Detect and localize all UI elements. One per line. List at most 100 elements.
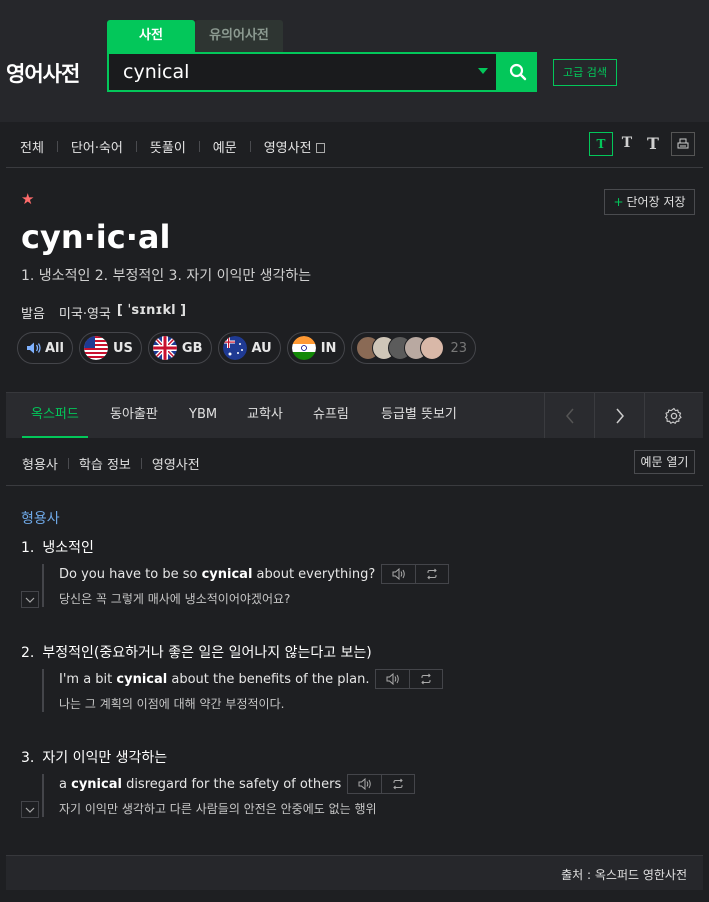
audio-au-label: AU xyxy=(251,340,272,356)
sense-title: 3. 자기 이익만 생각하는 xyxy=(21,747,167,767)
play-example-button[interactable] xyxy=(382,565,415,583)
speaker-icon xyxy=(392,568,405,580)
print-icon xyxy=(677,138,689,149)
tab-level-meanings[interactable]: 등급별 뜻보기 xyxy=(381,393,457,438)
dropdown-caret-icon[interactable] xyxy=(478,68,488,74)
example-english: a cynical disregard for the safety of ot… xyxy=(59,774,416,794)
tab-supreme[interactable]: 슈프림 xyxy=(313,393,349,438)
audio-all-button[interactable]: All xyxy=(17,332,73,364)
nav-all[interactable]: 전체 xyxy=(20,137,44,156)
print-button[interactable] xyxy=(671,132,695,156)
repeat-example-button[interactable] xyxy=(415,565,448,583)
audio-gb-button[interactable]: GB xyxy=(147,332,212,364)
font-size-medium-button[interactable]: T xyxy=(615,132,639,156)
nav-words-idioms[interactable]: 단어·숙어 xyxy=(71,137,123,156)
pronunciation-label: 발음 xyxy=(21,307,45,322)
example-korean: 당신은 꼭 그렇게 매사에 냉소적이어야겠어요? xyxy=(59,592,291,606)
sense-meaning: 자기 이익만 생각하는 xyxy=(42,750,168,766)
settings-button[interactable] xyxy=(644,393,703,438)
example-korean: 나는 그 계획의 이점에 대해 약간 부정적이다. xyxy=(59,697,285,711)
logo[interactable]: 영어사전 xyxy=(6,58,80,88)
chevron-down-icon xyxy=(25,597,35,603)
tab-kyohak[interactable]: 교학사 xyxy=(247,393,283,438)
plus-icon: + xyxy=(613,195,624,209)
advanced-search-button[interactable]: 고급 검색 xyxy=(553,59,617,86)
speaker-icon xyxy=(358,778,371,790)
example-text-post: about everything? xyxy=(252,566,376,582)
part-of-speech: 형용사 xyxy=(21,511,60,527)
example: I'm a bit cynical about the benefits of … xyxy=(42,669,444,712)
font-size-large-button[interactable]: T xyxy=(641,132,665,156)
avatar xyxy=(420,336,445,360)
divider xyxy=(56,141,58,152)
example-text-pre: Do you have to be so xyxy=(59,566,202,582)
example: Do you have to be so cynical about every… xyxy=(42,564,450,607)
example-english: Do you have to be so cynical about every… xyxy=(59,564,450,584)
example-english: I'm a bit cynical about the benefits of … xyxy=(59,669,444,689)
play-example-button[interactable] xyxy=(376,670,409,688)
example-text-pre: a xyxy=(59,776,72,792)
next-button[interactable] xyxy=(594,393,644,438)
font-size-small-button[interactable]: T xyxy=(589,132,613,156)
header: 영어사전 사전 유의어사전 고급 검색 xyxy=(0,0,709,122)
sense-number: 3. xyxy=(21,750,35,766)
tab-ybm[interactable]: YBM xyxy=(189,393,217,438)
tab-dictionary[interactable]: 사전 xyxy=(107,20,195,52)
search-icon xyxy=(509,63,526,81)
example-text-post: about the benefits of the plan. xyxy=(167,671,370,687)
tab-oxford[interactable]: 옥스퍼드 xyxy=(22,393,88,438)
example-keyword: cynical xyxy=(201,566,253,582)
speaker-icon xyxy=(27,342,41,354)
search-input[interactable] xyxy=(123,60,453,84)
tab-thesaurus[interactable]: 유의어사전 xyxy=(195,20,283,52)
in-flag-icon xyxy=(291,336,316,360)
audio-us-button[interactable]: US xyxy=(78,332,142,364)
section-english-english[interactable]: 영영사전 xyxy=(152,454,200,473)
star-icon[interactable]: ★ xyxy=(21,190,34,208)
play-example-button[interactable] xyxy=(348,775,381,793)
user-recordings-button[interactable]: 23 xyxy=(351,332,476,364)
audio-gb-label: GB xyxy=(181,340,203,356)
prev-button[interactable] xyxy=(544,393,594,438)
us-flag-icon xyxy=(83,336,108,360)
divider xyxy=(67,458,69,469)
repeat-example-button[interactable] xyxy=(409,670,442,688)
source-footer: 출처 : 옥스퍼드 영한사전 xyxy=(6,855,703,890)
divider xyxy=(198,141,200,152)
search-button[interactable] xyxy=(498,52,537,92)
example-tools xyxy=(347,774,416,794)
expand-button[interactable] xyxy=(21,801,39,818)
example-tools xyxy=(381,564,450,584)
tab-donga[interactable]: 동아출판 xyxy=(110,393,158,438)
source-credit: 출처 : 옥스퍼드 영한사전 xyxy=(561,868,687,882)
repeat-example-button[interactable] xyxy=(381,775,414,793)
user-recording-count: 23 xyxy=(450,340,467,356)
section-learning-info[interactable]: 학습 정보 xyxy=(79,454,131,473)
source-tabs: 옥스퍼드 동아출판 YBM 교학사 슈프림 등급별 뜻보기 xyxy=(6,392,703,438)
dictionary-tabs: 사전 유의어사전 xyxy=(107,20,283,52)
example: a cynical disregard for the safety of ot… xyxy=(42,774,416,817)
section-adjective[interactable]: 형용사 xyxy=(22,454,58,473)
meaning-summary: 1. 냉소적인 2. 부정적인 3. 자기 이익만 생각하는 xyxy=(21,268,312,284)
sense-meaning: 냉소적인 xyxy=(42,540,94,556)
audio-au-button[interactable]: AU xyxy=(217,332,281,364)
audio-buttons: All US GB AU IN 23 xyxy=(17,332,476,364)
save-to-wordbook-button[interactable]: + 단어장 저장 xyxy=(604,189,695,215)
nav-meanings[interactable]: 뜻풀이 xyxy=(150,137,186,156)
nav-examples[interactable]: 예문 xyxy=(213,137,237,156)
sense-meaning: 부정적인(중요하거나 좋은 일은 일어나지 않는다고 보는) xyxy=(42,645,372,661)
divider xyxy=(140,458,142,469)
headword: cyn·ic·al xyxy=(21,218,171,256)
gb-flag-icon xyxy=(152,336,177,360)
expand-button[interactable] xyxy=(21,591,39,608)
sense-number: 2. xyxy=(21,645,35,661)
open-examples-button[interactable]: 예문 열기 xyxy=(634,450,695,474)
search-box xyxy=(107,52,498,92)
repeat-icon xyxy=(421,673,432,685)
gear-icon xyxy=(665,407,682,424)
example-korean: 자기 이익만 생각하고 다른 사람들의 안전은 안중에도 없는 행위 xyxy=(59,802,377,816)
chevron-right-icon xyxy=(615,408,624,423)
nav-english-english[interactable]: 영영사전 xyxy=(264,137,325,156)
repeat-icon xyxy=(427,568,437,580)
audio-in-button[interactable]: IN xyxy=(286,332,346,364)
